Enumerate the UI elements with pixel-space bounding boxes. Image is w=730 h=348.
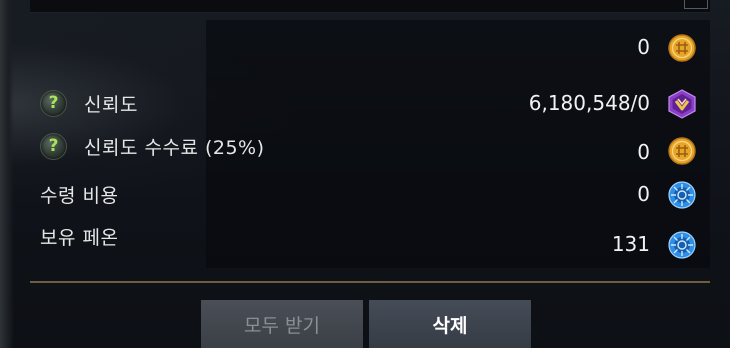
trust-value: 6,180,548/0 (528, 91, 650, 115)
delete-button[interactable]: 삭제 (369, 300, 531, 348)
owned-pheon-value: 131 (611, 232, 650, 256)
blue-orb-icon (668, 231, 696, 259)
trust-label: 신뢰도 (84, 93, 138, 116)
gold-coin-icon (668, 34, 696, 62)
receive-cost-label: 수령 비용 (40, 184, 119, 207)
help-icon[interactable]: ? (40, 89, 67, 117)
mail-reward-panel: 0 ? 신뢰도 6,180,548/0 ? 신뢰도 수수료 (25%) 0 수령… (0, 0, 730, 348)
receive-cost-value: 0 (637, 182, 650, 206)
row-trust-fee: ? 신뢰도 수수료 (25%) 0 (0, 128, 730, 165)
checkbox[interactable] (684, 0, 708, 9)
blue-orb-icon (668, 181, 696, 209)
gold-coin-icon (668, 137, 696, 165)
trust-fee-value: 0 (637, 140, 650, 164)
row-top: 0 (0, 29, 730, 65)
receive-all-button[interactable]: 모두 받기 (201, 300, 363, 348)
row-receive-cost: 수령 비용 0 (0, 176, 730, 212)
help-icon[interactable]: ? (40, 132, 67, 160)
owned-pheon-label: 보유 페온 (40, 226, 119, 249)
divider (30, 281, 710, 283)
trust-badge-icon (668, 89, 696, 119)
top-value: 0 (637, 35, 650, 59)
row-owned-pheon: 보유 페온 131 (0, 226, 730, 262)
trust-fee-label: 신뢰도 수수료 (25%) (84, 136, 265, 159)
top-panel-edge (30, 0, 710, 13)
row-trust: ? 신뢰도 6,180,548/0 (0, 85, 730, 121)
